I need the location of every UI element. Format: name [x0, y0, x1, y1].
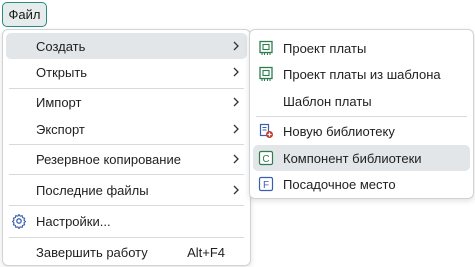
menu-item-recent[interactable]: Последние файлы — [6, 177, 247, 203]
menu-item-open[interactable]: Открыть — [6, 59, 247, 85]
menu-item-backup-label: Резервное копирование — [36, 151, 181, 167]
chevron-right-icon — [233, 124, 239, 134]
menu-divider — [9, 237, 244, 238]
submenu-item-board-template-label: Шаблон платы — [283, 93, 372, 109]
menu-item-settings[interactable]: Настройки... — [6, 208, 247, 234]
chevron-right-icon — [233, 154, 239, 164]
menu-item-create[interactable]: Создать — [6, 33, 247, 59]
menu-item-import[interactable]: Импорт — [6, 89, 247, 115]
menu-item-exit-shortcut: Alt+F4 — [187, 244, 225, 260]
menu-divider — [9, 174, 244, 175]
menu-item-exit-label: Завершить работу — [36, 244, 148, 260]
submenu-item-footprint[interactable]: F Посадочное место — [253, 171, 470, 197]
submenu-item-board-from-template-label: Проект платы из шаблона — [283, 66, 441, 82]
menu-item-open-label: Открыть — [36, 64, 88, 80]
component-icon: C — [258, 150, 274, 166]
menu-item-settings-label: Настройки... — [36, 213, 111, 229]
menu-item-recent-label: Последние файлы — [36, 182, 149, 198]
menu-item-export[interactable]: Экспорт — [6, 116, 247, 142]
menu-divider — [9, 205, 244, 206]
chevron-right-icon — [233, 67, 239, 77]
board-template-icon — [259, 66, 273, 81]
svg-text:C: C — [262, 154, 269, 165]
menu-divider — [9, 144, 244, 145]
gear-icon — [11, 213, 27, 229]
footprint-icon: F — [258, 176, 274, 192]
menu-item-create-label: Создать — [36, 38, 86, 54]
submenu-item-library-component[interactable]: C Компонент библиотеки — [253, 145, 470, 171]
create-submenu: Проект платы Проект платы из шаблона Шаб… — [249, 29, 474, 199]
menu-item-import-label: Импорт — [36, 94, 82, 110]
file-menu-button[interactable]: Файл — [2, 2, 47, 27]
menu-item-exit[interactable]: Завершить работу Alt+F4 — [6, 239, 247, 265]
menu-item-backup[interactable]: Резервное копирование — [6, 146, 247, 172]
board-project-icon — [259, 40, 273, 55]
menu-item-export-label: Экспорт — [36, 121, 85, 137]
file-menu-label: Файл — [8, 7, 41, 22]
chevron-right-icon — [233, 97, 239, 107]
submenu-item-library-component-label: Компонент библиотеки — [283, 150, 422, 166]
submenu-item-new-library[interactable]: Новую библиотеку — [253, 118, 470, 144]
submenu-item-board-from-template[interactable]: Проект платы из шаблона — [253, 61, 470, 87]
svg-text:F: F — [263, 180, 269, 191]
new-library-icon — [259, 123, 273, 138]
submenu-item-board-project[interactable]: Проект платы — [253, 35, 470, 61]
submenu-divider — [256, 116, 467, 117]
submenu-item-new-library-label: Новую библиотеку — [283, 123, 395, 139]
chevron-right-icon — [233, 41, 239, 51]
submenu-item-board-project-label: Проект платы — [283, 40, 367, 56]
chevron-right-icon — [233, 185, 239, 195]
file-menu: Создать Открыть Импорт Экспорт Резервное… — [2, 29, 251, 266]
submenu-item-footprint-label: Посадочное место — [283, 176, 396, 192]
submenu-item-board-template[interactable]: Шаблон платы — [253, 88, 470, 114]
